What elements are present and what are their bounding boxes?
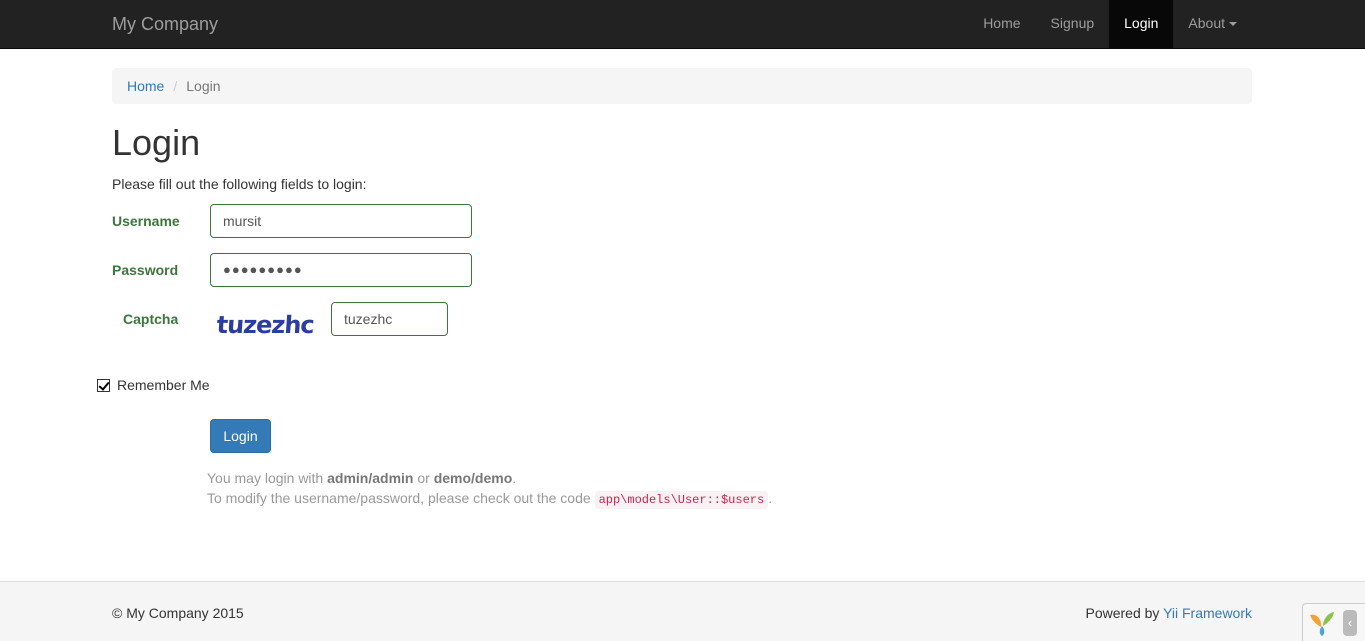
hint-suffix: . <box>512 470 517 486</box>
hint-demo-credentials: demo/demo <box>433 470 513 486</box>
chevron-left-icon[interactable]: ‹ <box>1343 610 1357 636</box>
footer-copyright: © My Company 2015 <box>112 605 244 621</box>
remember-me-checkbox[interactable] <box>97 378 110 392</box>
login-button[interactable]: Login <box>210 419 271 453</box>
breadcrumb-separator: / <box>173 78 178 94</box>
debug-toolbar[interactable]: ‹ <box>1302 603 1365 641</box>
captcha-image-text: tuzezhc <box>216 311 314 339</box>
top-navbar: My Company Home Signup Login About <box>0 0 1365 49</box>
remember-me-label: Remember Me <box>117 377 210 393</box>
username-label: Username <box>112 213 180 229</box>
captcha-label: Captcha <box>123 311 179 327</box>
yii-framework-link[interactable]: Yii Framework <box>1163 605 1252 621</box>
nav-item-login[interactable]: Login <box>1109 0 1174 48</box>
captcha-input[interactable] <box>331 302 448 336</box>
main-nav: Home Signup Login About <box>968 0 1252 48</box>
footer-powered: Powered by Yii Framework <box>1085 604 1252 622</box>
hint-line-1: You may login with admin/admin or demo/d… <box>207 468 516 488</box>
hint-or: or <box>413 470 434 486</box>
hint-modify-text: To modify the username/password, please … <box>207 490 595 506</box>
yii-logo-icon[interactable] <box>1308 609 1336 637</box>
hint-modify-suffix: . <box>768 490 773 506</box>
password-input[interactable]: ●●●●●●●●● <box>210 253 472 287</box>
nav-item-about[interactable]: About <box>1173 0 1252 48</box>
hint-prefix: You may login with <box>207 470 328 486</box>
nav-item-home[interactable]: Home <box>968 0 1035 48</box>
captcha-image[interactable]: tuzezhc <box>216 306 314 342</box>
hint-code: app\models\User::$users <box>594 491 769 509</box>
username-input[interactable] <box>210 204 472 238</box>
hint-line-2: To modify the username/password, please … <box>207 488 772 510</box>
remember-me: Remember Me <box>97 376 210 394</box>
breadcrumb-home-link[interactable]: Home <box>127 78 164 94</box>
nav-item-signup[interactable]: Signup <box>1036 0 1110 48</box>
page-intro: Please fill out the following fields to … <box>112 176 367 192</box>
footer: © My Company 2015 Powered by Yii Framewo… <box>0 581 1365 641</box>
nav-item-about-label: About <box>1188 15 1225 31</box>
password-label: Password <box>112 262 179 278</box>
caret-down-icon <box>1229 22 1237 27</box>
hint-admin-credentials: admin/admin <box>327 470 414 486</box>
breadcrumb-current: Login <box>186 78 221 94</box>
breadcrumb: Home / Login <box>112 68 1252 104</box>
page-title: Login <box>112 122 201 163</box>
footer-powered-prefix: Powered by <box>1085 605 1164 621</box>
brand-link[interactable]: My Company <box>112 13 218 35</box>
